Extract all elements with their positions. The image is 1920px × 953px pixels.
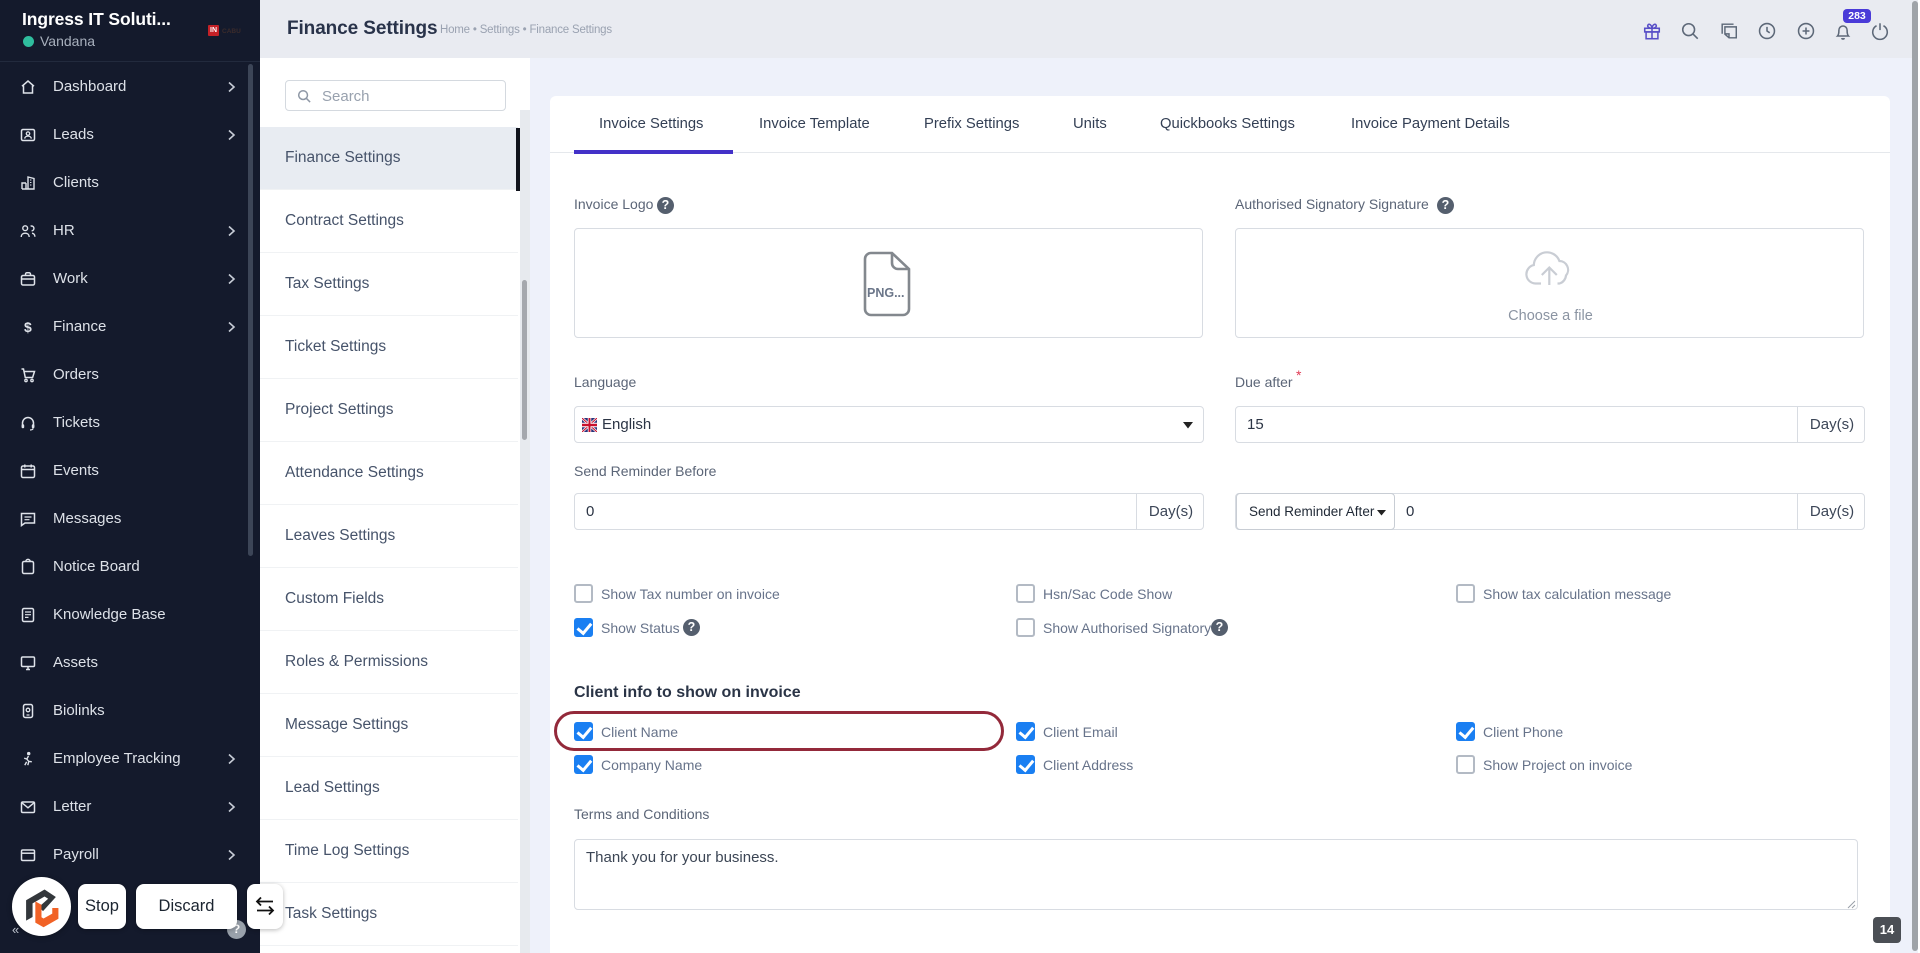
svg-text:$: $ <box>24 319 32 335</box>
svg-text:PNG...: PNG... <box>867 286 905 300</box>
